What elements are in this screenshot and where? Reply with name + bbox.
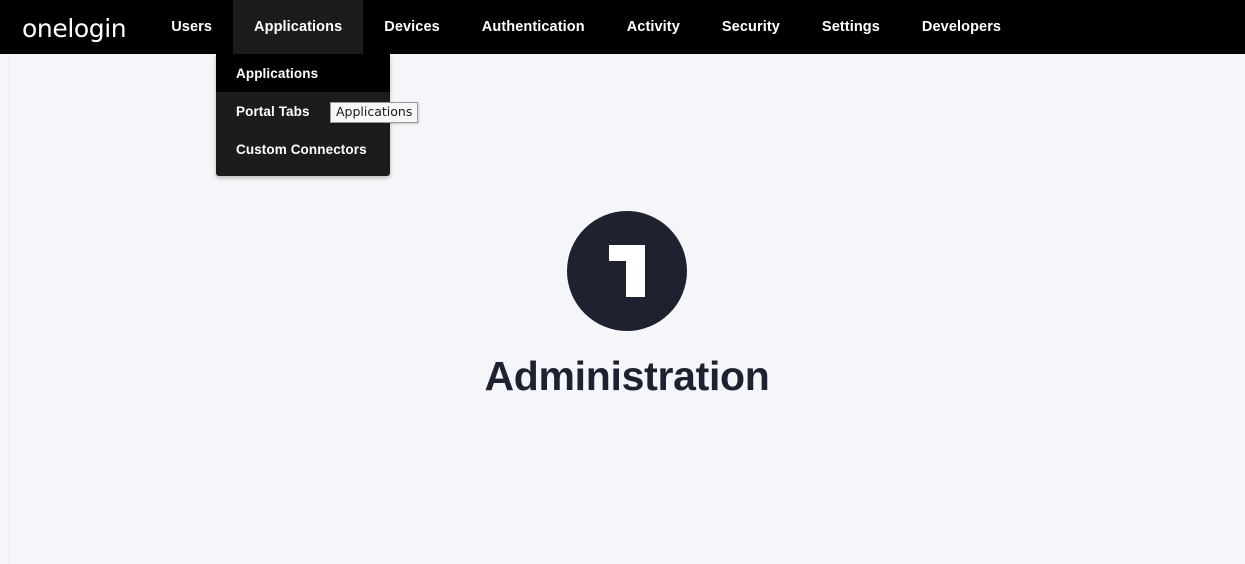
onelogin-one-badge-icon (567, 211, 687, 331)
nav-item-label: Developers (921, 19, 1002, 35)
nav-item-label: Settings (821, 19, 880, 35)
nav-item-label: Devices (384, 19, 440, 35)
main-content-area: Administration (8, 54, 1245, 564)
dropdown-item-label: Applications (236, 65, 319, 81)
nav-item-settings[interactable]: Settings (801, 0, 901, 54)
onelogin-logo[interactable]: onelogin (0, 0, 127, 54)
dropdown-item-custom-connectors[interactable]: Custom Connectors (216, 130, 390, 168)
dropdown-item-label: Portal Tabs (236, 103, 310, 119)
nav-item-activity[interactable]: Activity (606, 0, 701, 54)
dropdown-item-applications[interactable]: Applications (216, 54, 390, 92)
dropdown-item-label: Custom Connectors (236, 141, 367, 157)
dropdown-item-portal-tabs[interactable]: Portal Tabs (216, 92, 390, 130)
nav-items: Users Applications Devices Authenticatio… (150, 0, 1022, 54)
nav-item-label: Users (171, 19, 213, 35)
page-title: Administration (484, 353, 770, 399)
nav-item-developers[interactable]: Developers (901, 0, 1022, 54)
nav-item-label: Activity (626, 19, 680, 35)
applications-dropdown-menu: Applications Portal Tabs Custom Connecto… (216, 54, 390, 176)
nav-item-devices[interactable]: Devices (363, 0, 461, 54)
nav-item-applications[interactable]: Applications (233, 0, 364, 54)
logo-wordmark: onelogin (22, 13, 127, 43)
nav-item-label: Security (721, 19, 780, 35)
nav-item-authentication[interactable]: Authentication (461, 0, 606, 54)
badge-numeral-one (609, 245, 645, 297)
top-navigation-bar: onelogin Users Applications Devices Auth… (0, 0, 1245, 54)
numeral-stem (626, 245, 645, 297)
nav-item-users[interactable]: Users (150, 0, 233, 54)
nav-item-security[interactable]: Security (701, 0, 801, 54)
nav-item-label: Applications (254, 19, 343, 35)
nav-item-label: Authentication (481, 19, 585, 35)
